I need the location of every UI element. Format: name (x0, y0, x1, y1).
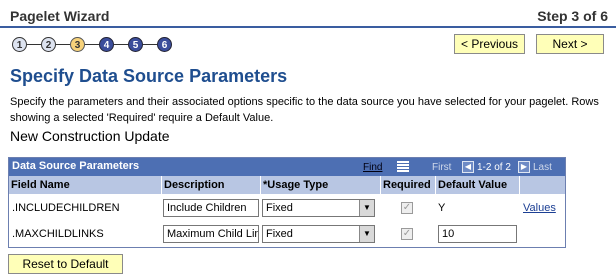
page-description: Specify the parameters and their associa… (10, 96, 599, 124)
values-link[interactable]: Values (523, 202, 556, 214)
column-header-required: Required (381, 176, 436, 194)
data-source-parameters-grid: Data Source Parameters Find First ◀ 1-2 … (8, 157, 566, 248)
column-header-field-name: Field Name (9, 176, 162, 194)
last-label: Last (533, 162, 552, 173)
step-connector (85, 44, 99, 45)
step-3-current: 3 (70, 37, 85, 52)
column-header-description: Description (162, 176, 261, 194)
column-header-default-value: Default Value (436, 176, 520, 194)
window-title: Pagelet Wizard (10, 8, 110, 24)
step-1: 1 (12, 37, 27, 52)
page-title: Specify Data Source Parameters (10, 66, 288, 86)
grid-title: Data Source Parameters (12, 160, 140, 172)
chevron-down-icon: ▼ (359, 226, 374, 242)
default-value-text: Y (438, 202, 446, 214)
usage-type-value: Fixed (266, 228, 293, 240)
column-header-blank (520, 176, 565, 194)
step-connector (143, 44, 157, 45)
step-connector (56, 44, 70, 45)
step-indicator: Step 3 of 6 (537, 8, 608, 24)
step-4: 4 (99, 37, 114, 52)
step-2: 2 (41, 37, 56, 52)
find-link[interactable]: Find (363, 162, 382, 173)
grid-header: Data Source Parameters Find First ◀ 1-2 … (9, 158, 565, 176)
first-label: First (432, 162, 452, 173)
step-5: 5 (128, 37, 143, 52)
column-header-usage-type: *Usage Type (261, 176, 381, 194)
pagelet-name: New Construction Update (10, 128, 170, 144)
usage-type-select[interactable]: Fixed ▼ (262, 225, 375, 243)
description-input[interactable]: Include Children (163, 199, 259, 217)
previous-row-icon[interactable]: ◀ (462, 161, 474, 173)
step-6: 6 (157, 37, 172, 52)
title-bar: Pagelet Wizard Step 3 of 6 (0, 2, 616, 28)
step-connector (114, 44, 128, 45)
required-checkbox: ✓ (401, 228, 413, 240)
step-connector (27, 44, 41, 45)
view-all-icon[interactable] (397, 160, 409, 172)
default-value-input[interactable]: 10 (438, 225, 517, 243)
description-input[interactable]: Maximum Child Links (163, 225, 259, 243)
usage-type-select[interactable]: Fixed ▼ (262, 199, 375, 217)
required-checkbox: ✓ (401, 202, 413, 214)
usage-type-value: Fixed (266, 202, 293, 214)
next-button[interactable]: Next > (536, 34, 604, 54)
reset-to-default-button[interactable]: Reset to Default (8, 254, 123, 274)
field-name-cell: .MAXCHILDLINKS (12, 228, 104, 240)
row-range: 1-2 of 2 (477, 162, 511, 173)
previous-button[interactable]: < Previous (454, 34, 525, 54)
chevron-down-icon: ▼ (359, 200, 374, 216)
field-name-cell: .INCLUDECHILDREN (12, 202, 120, 214)
next-row-icon[interactable]: ▶ (518, 161, 530, 173)
